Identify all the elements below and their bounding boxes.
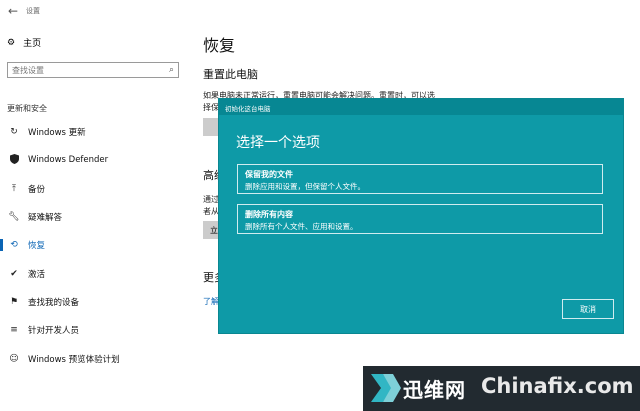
sidebar-home[interactable]: ⚙ 主页 [7,36,42,50]
learn-more-link[interactable]: 了解 [203,296,219,307]
wrench-icon: 🔧︎ [8,212,20,223]
sidebar-item-for-developers[interactable]: ≡ 针对开发人员 [0,316,190,344]
dialog-header-title: 初始化这台电脑 [225,105,271,113]
window-title: 设置 [26,7,40,15]
sidebar-item-activation[interactable]: ✔ 激活 [0,259,190,287]
backup-arrow-icon: ⤒ [12,183,16,194]
gear-icon: ⚙ [7,37,16,48]
advanced-startup-description: 通过 [203,195,219,204]
dialog-title: 选择一个选项 [236,135,320,151]
cancel-button[interactable]: 取消 [562,299,614,319]
shield-icon [8,153,20,167]
sidebar-item-troubleshoot[interactable]: 🔧︎ 疑难解答 [0,203,190,231]
sidebar-item-label: Windows 预览体验计划 [28,354,120,365]
person-locate-icon: ⚑ [9,296,19,307]
sidebar-item-label: 恢复 [28,241,46,252]
search-icon[interactable]: ⌕ [169,65,174,75]
sidebar-item-insider-program[interactable]: ☺ Windows 预览体验计划 [0,344,190,372]
keep-my-files-option[interactable]: 保留我的文件 删除应用和设置，但保留个人文件。 [237,164,603,194]
sidebar-item-label: Windows Defender [28,155,109,166]
reset-pc-heading: 重置此电脑 [203,68,258,81]
sidebar-item-find-my-device[interactable]: ⚑ 查找我的设备 [0,288,190,316]
sidebar-item-recovery[interactable]: ⟲ 恢复 [0,231,190,259]
search-input[interactable] [12,65,169,75]
history-icon: ⟲ [10,240,18,251]
option-description: 删除应用和设置，但保留个人文件。 [245,182,365,191]
check-circle-icon: ✔ [10,268,18,279]
sidebar-nav: ↻ Windows 更新 Windows Defender ⤒ 备份 🔧︎ 疑难… [0,118,190,373]
developer-icon: ≡ [10,325,18,336]
refresh-icon: ↻ [10,127,18,138]
back-arrow-icon[interactable]: ← [0,0,26,22]
sidebar: ⚙ 主页 ⌕ 更新和安全 ↻ Windows 更新 Windows Defend… [0,22,190,411]
reset-dialog: 初始化这台电脑 选择一个选项 保留我的文件 删除应用和设置，但保留个人文件。 删… [219,99,623,333]
option-title: 删除所有内容 [245,210,293,219]
advanced-startup-description-2: 者从 [203,207,219,216]
sidebar-item-label: 疑难解答 [28,213,63,224]
search-box[interactable]: ⌕ [7,62,179,78]
sidebar-item-label: Windows 更新 [28,128,86,139]
sidebar-item-windows-update[interactable]: ↻ Windows 更新 [0,118,190,146]
page-title: 恢复 [203,36,236,55]
sidebar-item-label: 针对开发人员 [28,326,80,337]
sidebar-item-windows-defender[interactable]: Windows Defender [0,146,190,174]
watermark-cn: 迅维网 [403,378,466,402]
sidebar-item-label: 备份 [28,184,46,195]
watermark: 迅维网 Chinafix.com [363,366,640,411]
watermark-en: Chinafix.com [481,374,634,398]
insider-icon: ☺ [9,353,19,364]
sidebar-item-label: 激活 [28,269,46,280]
title-bar: ← 设置 [0,0,640,22]
option-title: 保留我的文件 [245,170,293,179]
remove-everything-option[interactable]: 删除所有内容 删除所有个人文件、应用和设置。 [237,204,603,234]
sidebar-item-backup[interactable]: ⤒ 备份 [0,175,190,203]
chinafix-logo-icon [371,374,401,402]
section-heading: 更新和安全 [7,104,47,113]
option-description: 删除所有个人文件、应用和设置。 [245,222,358,231]
dialog-header: 初始化这台电脑 [219,99,623,115]
sidebar-item-label: 查找我的设备 [28,297,80,308]
reset-pc-description-2: 择保 [203,103,219,112]
home-label: 主页 [23,39,42,49]
